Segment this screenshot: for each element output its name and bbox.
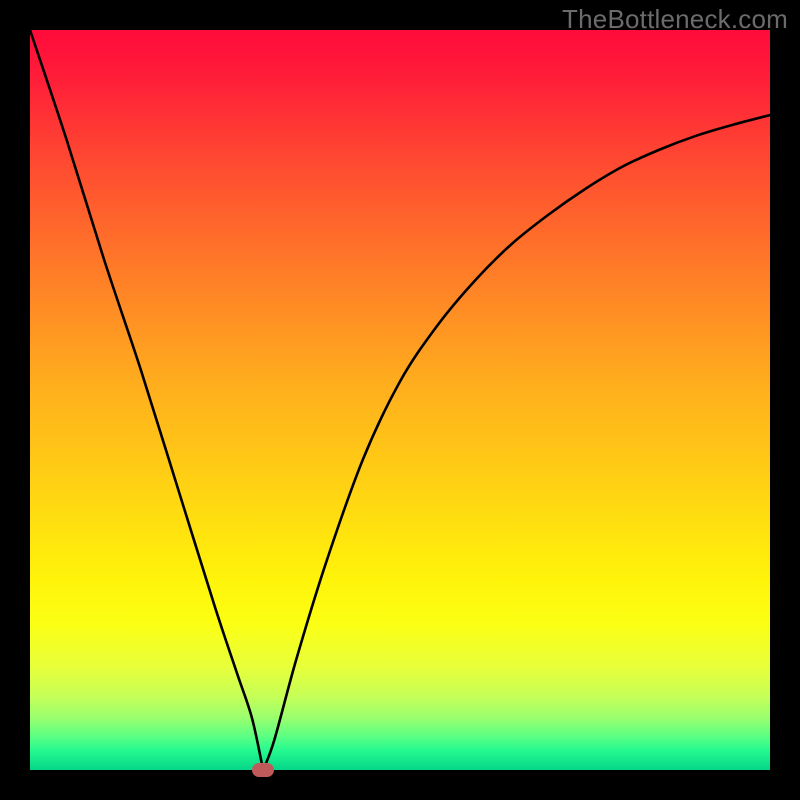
bottleneck-curve (30, 30, 770, 770)
watermark-text: TheBottleneck.com (562, 4, 788, 35)
minimum-marker (252, 763, 274, 777)
chart-frame: TheBottleneck.com (0, 0, 800, 800)
plot-area (30, 30, 770, 770)
